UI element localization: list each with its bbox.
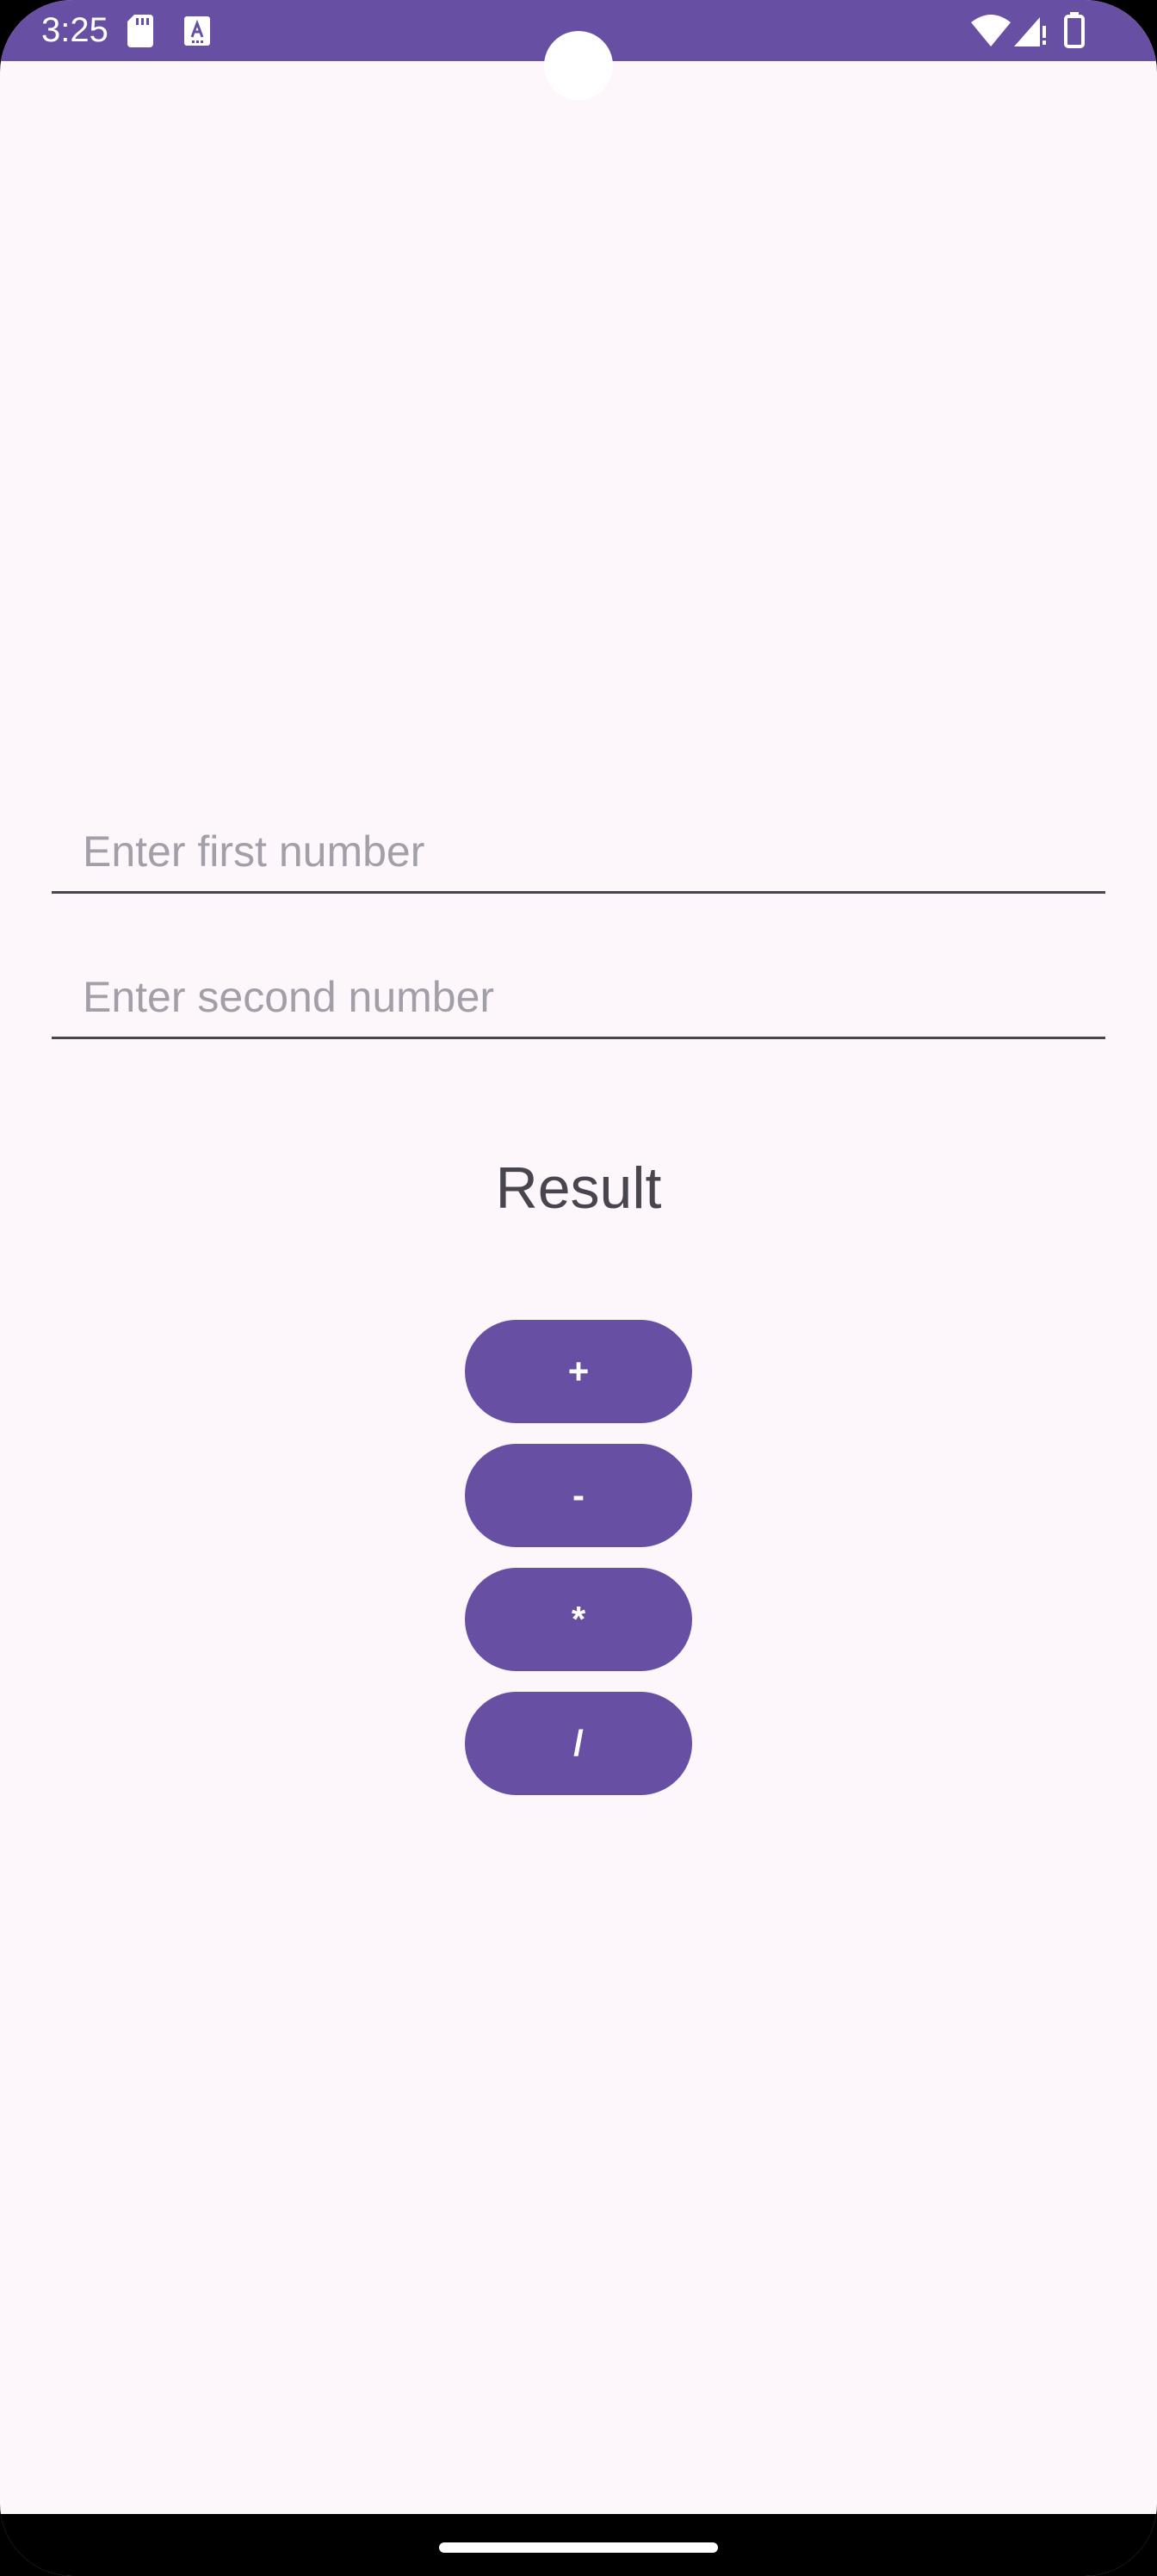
signal-icon (1014, 17, 1046, 46)
home-gesture-handle[interactable] (439, 2542, 718, 2553)
status-time: 3:25 (41, 11, 108, 49)
first-number-input[interactable] (52, 811, 1105, 894)
wifi-icon (971, 15, 1011, 46)
camera-cutout (544, 31, 613, 100)
subtract-button[interactable]: - (465, 1444, 692, 1547)
add-button[interactable]: + (465, 1320, 692, 1423)
result-label: Result (495, 1155, 662, 1221)
calculator-screen: 3:25 Result + - (0, 0, 1157, 2576)
sd-card-icon (127, 15, 153, 47)
divide-button[interactable]: / (465, 1692, 692, 1795)
second-number-input[interactable] (52, 957, 1105, 1039)
battery-icon (1064, 12, 1085, 48)
multiply-button[interactable]: * (465, 1568, 692, 1671)
font-a-icon (184, 16, 210, 46)
